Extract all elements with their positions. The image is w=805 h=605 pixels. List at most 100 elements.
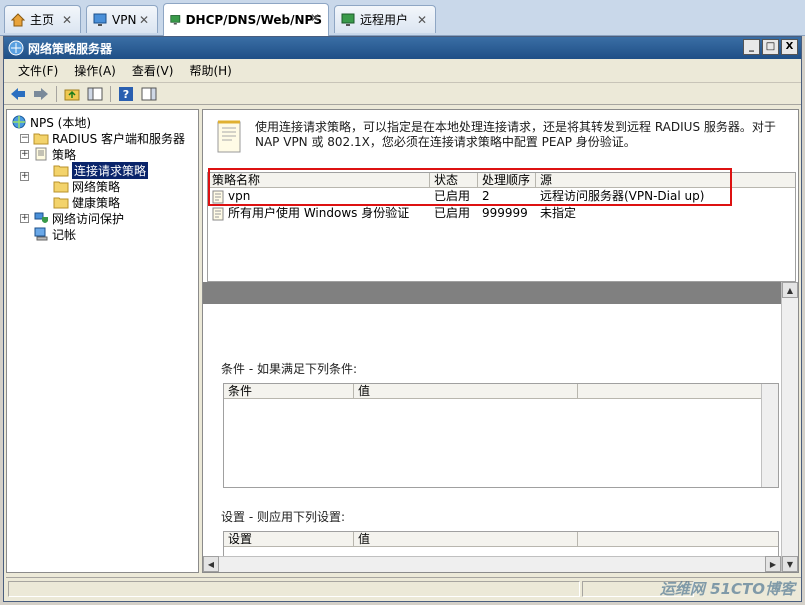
close-button[interactable]: X xyxy=(781,39,798,55)
column-header-order[interactable]: 处理顺序 xyxy=(478,173,536,188)
cell-status: 已启用 xyxy=(434,189,471,203)
folder-icon xyxy=(53,165,69,177)
details-splitter[interactable] xyxy=(203,282,781,304)
action-pane-button[interactable] xyxy=(139,85,159,103)
tab-vpn[interactable]: VPN ✕ xyxy=(86,5,158,33)
close-icon[interactable]: ✕ xyxy=(62,13,72,27)
details-horizontal-scrollbar[interactable]: ◀ ▶ xyxy=(203,556,781,572)
column-header-value[interactable]: 值 xyxy=(354,532,578,547)
cell-source: 未指定 xyxy=(540,206,577,220)
forward-arrow-icon xyxy=(34,87,48,100)
minimize-button[interactable]: _ xyxy=(743,39,760,55)
folder-up-icon xyxy=(64,89,80,100)
tab-label: 远程用户 xyxy=(360,13,409,27)
grid-header: 条件 值 xyxy=(224,384,778,399)
settings-label: 设置 - 则应用下列设置: xyxy=(221,510,346,524)
back-arrow-icon xyxy=(11,87,25,100)
mmc-window: 网络策略服务器 _ □ X 文件(F) 操作(A) 查看(V) 帮助(H) ? xyxy=(3,36,802,602)
details-pane: 使用连接请求策略，可以指定是在本地处理连接请求，还是将其转发到远程 RADIUS… xyxy=(202,109,799,573)
conditions-scrollbar[interactable] xyxy=(761,384,778,487)
tree-node-health-policies[interactable]: 健康策略 xyxy=(53,194,120,210)
close-icon[interactable]: ✕ xyxy=(417,13,427,27)
tree-node-connection-request-policies[interactable]: 连接请求策略 xyxy=(53,161,149,179)
list-header: 策略名称 状态 处理顺序 源 xyxy=(208,173,795,188)
grid-header: 设置 值 xyxy=(224,532,778,547)
description-text: 使用连接请求策略，可以指定是在本地处理连接请求，还是将其转发到远程 RADIUS… xyxy=(255,120,776,149)
forward-button[interactable] xyxy=(31,85,51,103)
up-folder-button[interactable] xyxy=(62,85,82,103)
help-button[interactable]: ? xyxy=(116,85,136,103)
tree-label: 记帐 xyxy=(52,227,77,242)
toolbar-separator xyxy=(56,85,57,102)
folder-icon xyxy=(53,181,69,193)
network-shield-icon xyxy=(34,212,48,223)
tree-node-nap[interactable]: 网络访问保护 xyxy=(33,210,124,226)
tab-dhcp-dns-web-nps[interactable]: DHCP/DNS/Web/NPS ✕ xyxy=(163,3,329,36)
expand-icon[interactable]: + xyxy=(20,172,29,181)
policy-icon xyxy=(212,207,224,221)
scroll-left-icon[interactable]: ◀ xyxy=(203,556,219,572)
menu-view[interactable]: 查看(V) xyxy=(124,60,182,81)
policy-list: 策略名称 状态 处理顺序 源 vpn 已启用 2 远程访问服务器(VPN-Dia… xyxy=(207,168,796,282)
scroll-up-icon[interactable]: ▲ xyxy=(782,282,798,298)
tree-label: 网络策略 xyxy=(72,179,121,194)
globe-icon xyxy=(12,115,26,129)
column-header-value[interactable]: 值 xyxy=(354,384,578,399)
monitor-icon xyxy=(170,15,181,25)
column-header-condition[interactable]: 条件 xyxy=(224,384,354,399)
tree-node-policies[interactable]: 策略 xyxy=(33,146,76,162)
expand-icon[interactable]: + xyxy=(20,150,29,159)
status-bar: 运维网 51CTO博客 xyxy=(6,577,801,599)
cell-order: 999999 xyxy=(482,206,528,220)
policy-document-icon xyxy=(217,120,241,153)
column-header-setting[interactable]: 设置 xyxy=(224,532,354,547)
scroll-down-icon[interactable]: ▼ xyxy=(782,556,798,572)
tab-remote-user[interactable]: 远程用户 ✕ xyxy=(334,5,436,33)
close-icon[interactable]: ✕ xyxy=(139,13,149,27)
expand-icon[interactable]: + xyxy=(20,214,29,223)
window-title: 网络策略服务器 xyxy=(28,41,113,56)
tree-node-network-policies[interactable]: 网络策略 xyxy=(53,178,120,194)
title-bar[interactable]: 网络策略服务器 _ □ X xyxy=(4,37,801,59)
scroll-right-icon[interactable]: ▶ xyxy=(765,556,781,572)
console-tree-icon xyxy=(87,87,103,100)
folder-icon xyxy=(53,197,69,209)
cell-order: 2 xyxy=(482,189,490,203)
description-area: 使用连接请求策略，可以指定是在本地处理连接请求，还是将其转发到远程 RADIUS… xyxy=(215,120,790,160)
tree-label: 策略 xyxy=(52,147,77,162)
table-row[interactable]: vpn 已启用 2 远程访问服务器(VPN-Dial up) xyxy=(208,188,795,205)
table-row[interactable]: 所有用户使用 Windows 身份验证 已启用 999999 未指定 xyxy=(208,205,795,222)
column-header-status[interactable]: 状态 xyxy=(430,173,478,188)
status-segment xyxy=(8,581,580,597)
tree-node-radius[interactable]: RADIUS 客户端和服务器 xyxy=(33,130,185,146)
menu-help[interactable]: 帮助(H) xyxy=(181,60,239,81)
tree-node-nps-root[interactable]: NPS (本地) xyxy=(11,114,91,130)
policy-icon xyxy=(212,190,224,204)
nps-icon xyxy=(8,40,24,56)
tab-strip: 主页 ✕ VPN ✕ DHCP/DNS/Web/NPS ✕ 远程用户 ✕ xyxy=(0,0,805,36)
menu-bar: 文件(F) 操作(A) 查看(V) 帮助(H) xyxy=(4,59,801,83)
tab-home[interactable]: 主页 ✕ xyxy=(4,5,81,33)
tree-label: RADIUS 客户端和服务器 xyxy=(52,131,186,146)
menu-action[interactable]: 操作(A) xyxy=(66,60,124,81)
column-header-source[interactable]: 源 xyxy=(536,173,796,188)
document-icon xyxy=(35,147,47,161)
menu-file[interactable]: 文件(F) xyxy=(10,60,66,81)
back-button[interactable] xyxy=(8,85,28,103)
collapse-icon[interactable]: − xyxy=(20,134,29,143)
column-header-policy-name[interactable]: 策略名称 xyxy=(208,173,430,188)
cell-source: 远程访问服务器(VPN-Dial up) xyxy=(540,189,705,203)
tab-label: 主页 xyxy=(30,13,55,27)
cell-policy-name: vpn xyxy=(228,189,251,203)
details-vertical-scrollbar[interactable]: ▲ ▼ xyxy=(781,282,798,572)
toolbar-separator xyxy=(110,85,111,102)
action-pane-icon xyxy=(141,87,157,100)
cell-policy-name: 所有用户使用 Windows 身份验证 xyxy=(228,206,410,220)
show-console-tree-button[interactable] xyxy=(85,85,105,103)
monitor-icon xyxy=(93,13,107,26)
close-icon[interactable]: ✕ xyxy=(310,11,320,25)
maximize-button[interactable]: □ xyxy=(762,39,779,55)
tree-node-accounting[interactable]: 记帐 xyxy=(33,226,76,242)
folder-icon xyxy=(33,133,49,145)
conditions-label: 条件 - 如果满足下列条件: xyxy=(221,362,358,376)
